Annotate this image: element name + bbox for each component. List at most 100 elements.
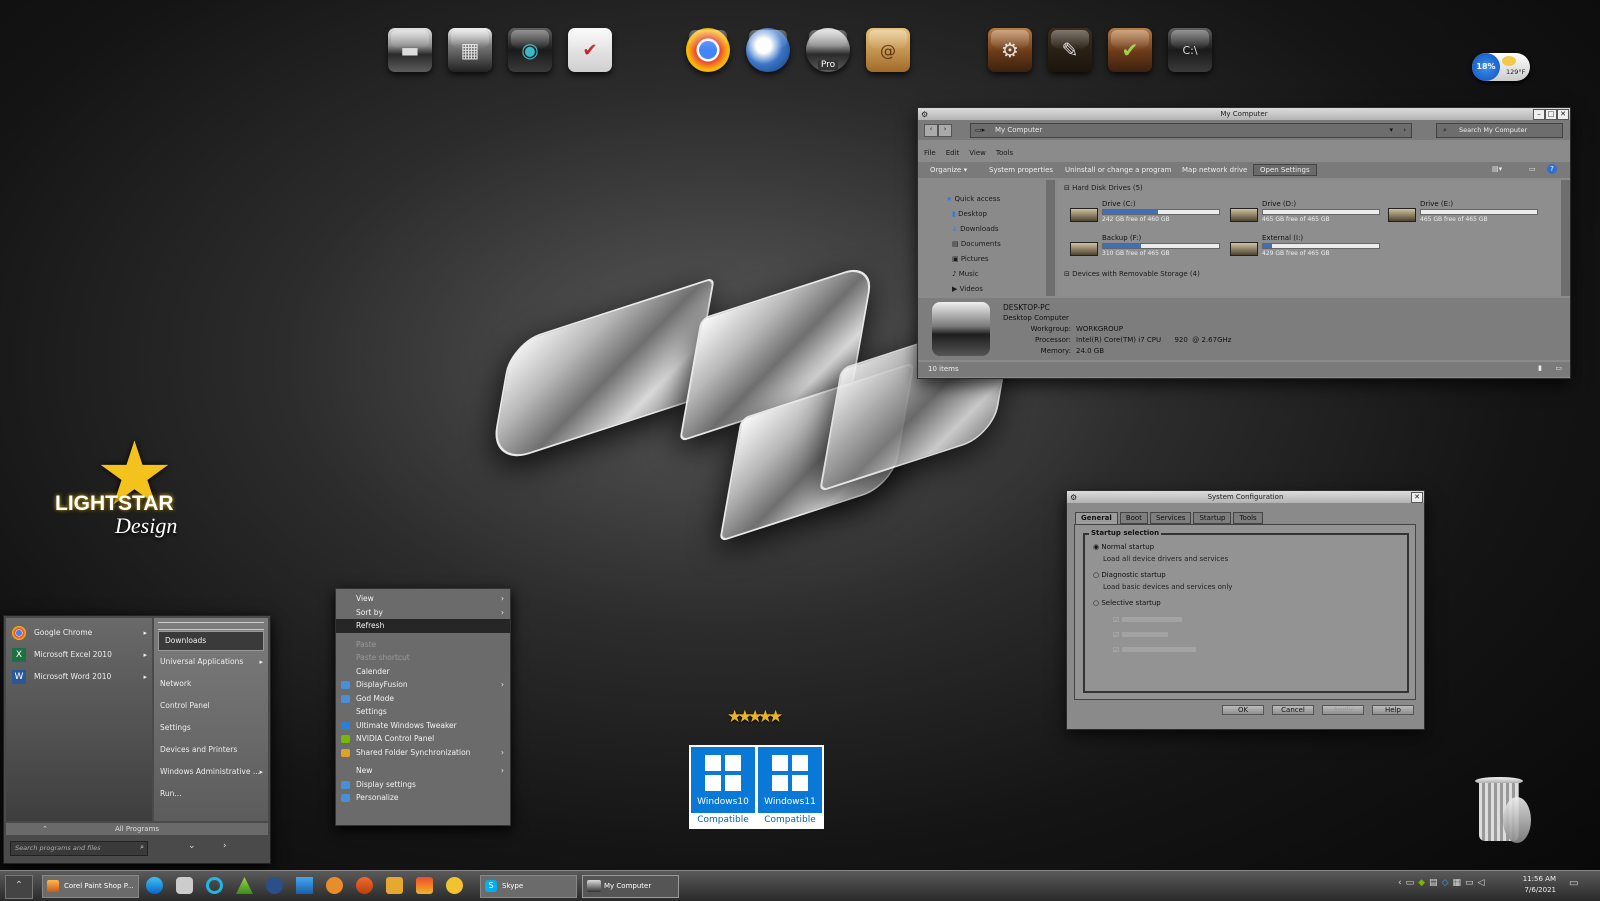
- view-options-icon[interactable]: ▤▾: [1492, 165, 1502, 173]
- chevron-right-icon[interactable]: ›: [223, 841, 227, 851]
- drive-tile[interactable]: Drive (C:) 242 GB free of 460 GB: [1070, 200, 1220, 228]
- nav-downloads[interactable]: ↓ Downloads: [946, 222, 1001, 237]
- chrome-icon[interactable]: [686, 28, 730, 72]
- pinned-chrome[interactable]: Google Chrome ▸: [6, 622, 152, 644]
- taskbar-task-mycomputer[interactable]: My Computer: [582, 875, 679, 898]
- tab-tools[interactable]: Tools: [1233, 512, 1263, 524]
- shutdown-options-icon[interactable]: ⌄: [188, 841, 196, 851]
- nav-music[interactable]: ♪ Music: [946, 267, 1001, 282]
- tray-nvidia-icon[interactable]: ◆: [1418, 878, 1425, 888]
- context-item-new[interactable]: New ›: [336, 764, 510, 778]
- notepad-icon[interactable]: ✎: [1048, 28, 1092, 72]
- minimize-button[interactable]: –: [1533, 109, 1545, 120]
- drive-tile[interactable]: Drive (E:) 465 GB free of 465 GB: [1388, 200, 1538, 228]
- nav-scrollbar[interactable]: [1046, 180, 1055, 296]
- settings-gear-icon[interactable]: ⚙: [988, 28, 1032, 72]
- context-item-calender[interactable]: Calender: [336, 665, 510, 679]
- earth-pro-icon[interactable]: Pro: [806, 28, 850, 72]
- context-item-refresh[interactable]: Refresh: [336, 619, 510, 633]
- menu-view[interactable]: View: [969, 149, 986, 157]
- tab-general[interactable]: General: [1075, 512, 1118, 524]
- help-button[interactable]: Help: [1372, 705, 1414, 715]
- thunderbird-icon[interactable]: [746, 28, 790, 72]
- context-item-paste-shortcut[interactable]: Paste shortcut: [336, 651, 510, 665]
- maximize-button[interactable]: □: [1545, 109, 1557, 120]
- tray-dropbox-icon[interactable]: ◇: [1442, 878, 1449, 888]
- task-check-icon[interactable]: ✔: [1108, 28, 1152, 72]
- weather-icon[interactable]: [446, 877, 463, 894]
- tab-startup[interactable]: Startup: [1193, 512, 1232, 524]
- drive-tile[interactable]: Backup (F:) 310 GB free of 465 GB: [1070, 234, 1220, 262]
- organize-button[interactable]: Organize ▾: [930, 166, 967, 174]
- context-item-view[interactable]: View ›: [336, 592, 510, 606]
- network-icon[interactable]: ◉: [508, 28, 552, 72]
- context-item-settings[interactable]: Settings: [336, 705, 510, 719]
- control-panel-icon[interactable]: ▦: [448, 28, 492, 72]
- go-arrow-icon[interactable]: ›: [1403, 126, 1406, 134]
- open-settings-button[interactable]: Open Settings: [1253, 164, 1317, 176]
- address-bar[interactable]: ▭▸ My Computer ▾ ›: [970, 123, 1412, 138]
- nav-videos[interactable]: ▶ Videos: [946, 282, 1001, 297]
- clock[interactable]: 11:56 AM 7/6/2021: [1512, 874, 1556, 896]
- nav-documents[interactable]: ▤ Documents: [946, 237, 1001, 252]
- cortana-icon[interactable]: [206, 877, 223, 894]
- radio-selective-startup[interactable]: ○ Selective startup: [1093, 599, 1161, 607]
- start-place-network[interactable]: Network: [154, 673, 268, 695]
- tray-network-icon[interactable]: ▦: [1452, 878, 1461, 888]
- help-icon[interactable]: ?: [1547, 164, 1557, 174]
- start-place-devices-and-printers[interactable]: Devices and Printers: [154, 739, 268, 761]
- start-place-run-[interactable]: Run...: [154, 783, 268, 805]
- store-icon[interactable]: [416, 877, 433, 894]
- selective-checkbox-1[interactable]: ☑: [1113, 613, 1196, 628]
- context-item-ultimate-windows-tweaker[interactable]: Ultimate Windows Tweaker: [336, 719, 510, 733]
- selective-checkbox-2[interactable]: ☑: [1113, 628, 1196, 643]
- system-properties-button[interactable]: System properties: [989, 166, 1053, 174]
- start-place-downloads[interactable]: Downloads: [158, 631, 264, 651]
- map-network-drive-button[interactable]: Map network drive: [1182, 166, 1247, 174]
- start-place-settings[interactable]: Settings: [154, 717, 268, 739]
- apply-button[interactable]: Apply: [1322, 705, 1364, 715]
- app-icon[interactable]: [176, 877, 193, 894]
- tab-boot[interactable]: Boot: [1119, 512, 1148, 524]
- calendar-icon[interactable]: ✔: [568, 28, 612, 72]
- tray-chevron-icon[interactable]: ‹: [1398, 878, 1402, 888]
- notifications-icon[interactable]: ▭: [1569, 878, 1578, 889]
- start-place-control-panel[interactable]: Control Panel: [154, 695, 268, 717]
- edge-icon[interactable]: [146, 877, 163, 894]
- close-button[interactable]: ✕: [1557, 109, 1569, 120]
- selective-checkbox-3[interactable]: ☑: [1113, 643, 1196, 658]
- tray-volume-icon[interactable]: ◁: [1478, 878, 1485, 888]
- weather-gadget[interactable]: 18% 129°F: [1472, 53, 1530, 81]
- all-programs-button[interactable]: ⌃ All Programs: [6, 823, 268, 835]
- start-place-windows-administrative-[interactable]: Windows Administrative ... ▸: [154, 761, 268, 783]
- context-item-personalize[interactable]: Personalize: [336, 791, 510, 805]
- context-item-shared-folder-synchronization[interactable]: Shared Folder Synchronization ›: [336, 746, 510, 760]
- details-view-icon[interactable]: ▮: [1538, 364, 1542, 372]
- pinned-excel[interactable]: X Microsoft Excel 2010 ▸: [6, 644, 152, 666]
- radio-normal-startup[interactable]: ◉ Normal startup: [1093, 543, 1154, 551]
- context-item-nvidia-control-panel[interactable]: NVIDIA Control Panel: [336, 732, 510, 746]
- start-place-universal-applications[interactable]: Universal Applications ▸: [154, 651, 268, 673]
- nav-pictures[interactable]: ▣ Pictures: [946, 252, 1001, 267]
- content-scrollbar[interactable]: [1561, 180, 1570, 296]
- blue-app-icon[interactable]: [266, 877, 283, 894]
- close-button[interactable]: ✕: [1411, 492, 1423, 503]
- uninstall-program-button[interactable]: Uninstall or change a program: [1065, 166, 1172, 174]
- red-app-icon[interactable]: [356, 877, 373, 894]
- drive-tile[interactable]: Drive (D:) 465 GB free of 465 GB: [1230, 200, 1380, 228]
- nav-quick-access[interactable]: ★ Quick access: [946, 192, 1001, 207]
- taskbar-task-paintshop[interactable]: Corel Paint Shop P...: [42, 875, 139, 898]
- back-button[interactable]: ‹: [924, 124, 938, 137]
- tray-message-icon[interactable]: ▭: [1406, 878, 1415, 888]
- contacts-icon[interactable]: @: [866, 28, 910, 72]
- preview-pane-icon[interactable]: ▭: [1529, 165, 1536, 173]
- orange-app-icon[interactable]: [326, 877, 343, 894]
- recycle-bin-icon[interactable]: [1475, 775, 1531, 845]
- group-removable-header[interactable]: ⊟ Devices with Removable Storage (4): [1064, 270, 1200, 278]
- context-item-god-mode[interactable]: God Mode: [336, 692, 510, 706]
- computer-icon[interactable]: ▬: [388, 28, 432, 72]
- explorer-titlebar[interactable]: ⚙ My Computer – □ ✕: [918, 108, 1570, 120]
- context-item-display-settings[interactable]: Display settings: [336, 778, 510, 792]
- green-app-icon[interactable]: [236, 877, 253, 894]
- cancel-button[interactable]: Cancel: [1272, 705, 1314, 715]
